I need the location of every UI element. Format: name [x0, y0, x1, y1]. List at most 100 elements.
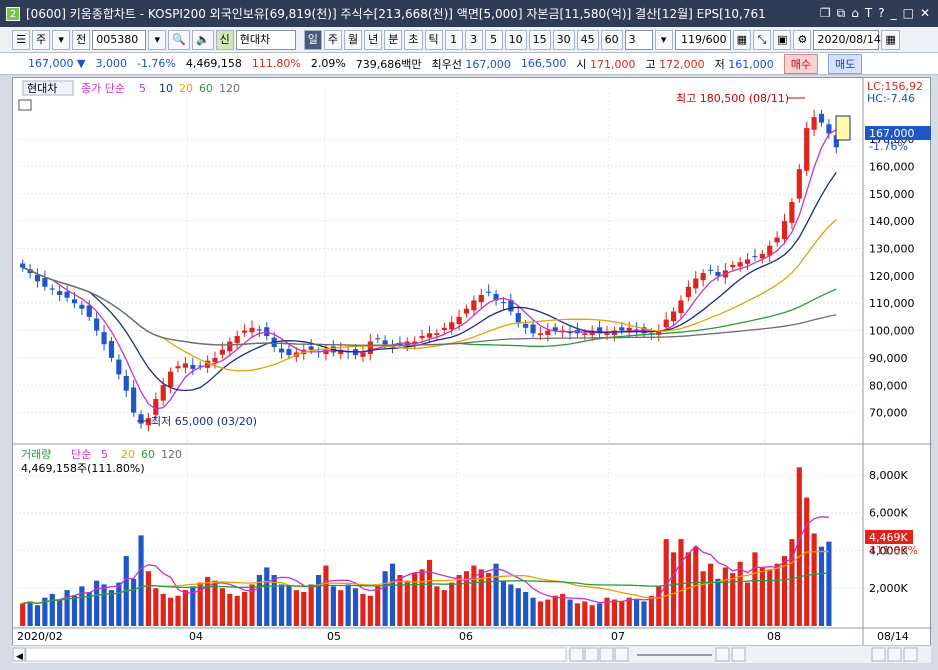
- period-week[interactable]: 주: [323, 29, 343, 50]
- minute-10[interactable]: 10: [504, 29, 527, 50]
- ma-label: 종가 단순: [81, 82, 125, 95]
- candle-body: [796, 169, 802, 199]
- quote-price: 167,000: [28, 57, 74, 70]
- period-minute[interactable]: 분: [384, 29, 403, 50]
- price-tick-label: 90,000: [869, 352, 908, 365]
- scroll-right-icon[interactable]: [903, 647, 918, 662]
- candle-body: [278, 348, 285, 353]
- help-icon[interactable]: ?: [878, 6, 884, 21]
- custom-period-dropdown[interactable]: ▾: [654, 29, 673, 50]
- search-icon[interactable]: 🔍: [168, 29, 190, 50]
- price-tick-label: 150,000: [869, 188, 915, 201]
- quote-volume-ratio: 111.80%: [251, 57, 301, 70]
- plus-icon[interactable]: [887, 647, 902, 662]
- fast-forward-icon[interactable]: [614, 647, 629, 662]
- stop-icon[interactable]: [584, 647, 599, 662]
- volume-bar: [670, 552, 677, 626]
- volume-bar: [611, 599, 617, 626]
- candle-body: [219, 349, 225, 355]
- font-icon[interactable]: T: [865, 6, 872, 21]
- minus-icon[interactable]: [871, 647, 886, 662]
- prev-button[interactable]: 전: [72, 29, 91, 50]
- period-second[interactable]: 초: [404, 29, 423, 50]
- volume-bar: [264, 567, 270, 626]
- restore-icon[interactable]: ❐: [820, 6, 831, 21]
- minute-15[interactable]: 15: [528, 29, 551, 50]
- minute-1[interactable]: 1: [444, 29, 463, 50]
- chart-area[interactable]: 170,000160,000150,000140,000130,000120,0…: [12, 77, 932, 648]
- volume-bar: [108, 590, 115, 626]
- chart-scrollbar[interactable]: ◀: [12, 645, 931, 663]
- calendar-icon[interactable]: ▦: [881, 29, 900, 50]
- minute-30[interactable]: 30: [552, 29, 575, 50]
- volume-bar: [227, 593, 233, 626]
- scroll-track[interactable]: [25, 647, 567, 662]
- gear-icon[interactable]: ⚙: [793, 29, 812, 50]
- candle-body: [781, 221, 788, 240]
- menu-icon[interactable]: ☰: [12, 29, 30, 50]
- candle-body: [478, 294, 484, 303]
- minimize-icon[interactable]: _: [891, 6, 897, 21]
- price-tick-label: 140,000: [869, 215, 915, 228]
- price-tick-label: 130,000: [869, 242, 915, 255]
- minute-5[interactable]: 5: [484, 29, 503, 50]
- play-icon[interactable]: [569, 647, 584, 662]
- volume-bar: [471, 565, 477, 626]
- volume-bar: [182, 590, 189, 626]
- candle-body: [789, 201, 795, 223]
- candle-body: [426, 333, 433, 338]
- x-tick-label: 08/14: [877, 630, 909, 643]
- volume-bar: [722, 567, 728, 626]
- pause-icon[interactable]: [599, 647, 614, 662]
- code-input[interactable]: 005380: [92, 29, 147, 50]
- volume-bar: [456, 575, 462, 626]
- volume-bar: [796, 467, 802, 626]
- type-select[interactable]: 주: [32, 29, 51, 50]
- zoom-in-icon[interactable]: [731, 647, 746, 662]
- custom-period-input[interactable]: 3: [624, 29, 653, 50]
- date-input[interactable]: 2020/08/14: [813, 29, 881, 50]
- volume-bar: [441, 590, 447, 626]
- buy-button[interactable]: 매수: [783, 53, 819, 74]
- count-field[interactable]: 119/600: [674, 29, 731, 50]
- volume-bar: [101, 584, 107, 626]
- maximize-icon[interactable]: □: [903, 6, 914, 21]
- minute-45[interactable]: 45: [576, 29, 599, 50]
- period-month[interactable]: 월: [344, 29, 363, 50]
- draw-icon[interactable]: ⤡: [753, 29, 772, 50]
- code-dropdown-icon[interactable]: ▾: [148, 29, 167, 50]
- zoom-out-icon[interactable]: [715, 647, 730, 662]
- pin-icon[interactable]: ⌂: [851, 6, 859, 21]
- volume-bar: [153, 588, 159, 626]
- x-tick-label: 07: [611, 630, 625, 643]
- period-tick[interactable]: 틱: [424, 29, 443, 50]
- minute-60[interactable]: 60: [600, 29, 623, 50]
- candle-body: [434, 333, 440, 335]
- volume-bar: [574, 603, 581, 626]
- volume-bar: [286, 586, 292, 626]
- save-icon[interactable]: ▣: [773, 29, 792, 50]
- minute-3[interactable]: 3: [464, 29, 483, 50]
- low-label: 저: [714, 57, 725, 71]
- candle-body: [818, 113, 825, 123]
- chart-svg[interactable]: 170,000160,000150,000140,000130,000120,0…: [13, 78, 932, 648]
- sound-icon[interactable]: 🔈: [191, 29, 214, 50]
- current-price-label: 167,000: [869, 127, 915, 140]
- candle-body: [308, 346, 314, 350]
- sell-button[interactable]: 매도: [828, 53, 863, 74]
- volume-bar: [212, 580, 218, 626]
- candle-body: [811, 117, 817, 130]
- table-icon[interactable]: [18, 99, 32, 111]
- stock-name-field[interactable]: 현대차: [235, 29, 296, 50]
- close-icon[interactable]: ✕: [920, 6, 930, 21]
- volume-bar: [597, 603, 603, 626]
- period-day[interactable]: 일: [303, 29, 322, 50]
- candle-body: [234, 336, 240, 344]
- x-tick-label: 2020/02: [17, 630, 63, 643]
- chevron-down-icon[interactable]: ▾: [52, 29, 71, 50]
- grid-icon[interactable]: ▦: [732, 29, 752, 50]
- candle-body: [71, 299, 78, 304]
- period-year[interactable]: 년: [364, 29, 383, 50]
- price-tick-label: 160,000: [869, 160, 915, 173]
- new-window-icon[interactable]: ⧉: [837, 6, 846, 21]
